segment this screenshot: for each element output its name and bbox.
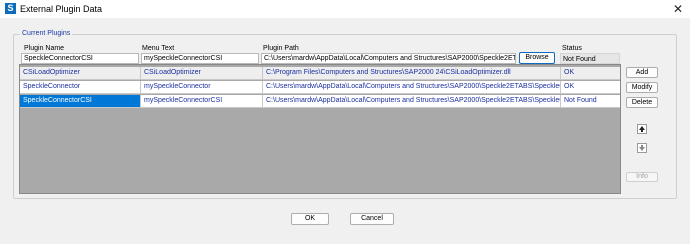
app-icon: S [5,3,16,14]
cell-plugin-name[interactable]: SpeckleConnectorCSI [20,95,141,108]
move-down-button[interactable] [637,143,647,153]
menu-text-input[interactable]: mySpeckleConnectorCSI [141,53,259,64]
cell-status[interactable]: OK [561,81,620,94]
cell-menu-text[interactable]: CSiLoadOptimizer [141,67,263,80]
cancel-button[interactable]: Cancel [350,213,394,225]
cell-plugin-name[interactable]: CSiLoadOptimizer [20,67,141,80]
header-plugin-name: Plugin Name [24,45,65,52]
cell-plugin-path[interactable]: C:\Users\mardw\AppData\Local\Computers a… [263,81,561,94]
info-button[interactable]: Info [626,172,658,182]
cell-menu-text[interactable]: mySpeckleConnector [141,81,263,94]
add-button[interactable]: Add [626,67,658,78]
table-row-selected[interactable]: SpeckleConnectorCSI mySpeckleConnectorCS… [20,95,620,108]
cell-plugin-path[interactable]: C:\Program Files\Computers and Structure… [263,67,561,80]
cell-status[interactable]: Not Found [561,95,620,108]
arrow-up-icon [639,126,645,132]
group-legend: Current Plugins [20,29,73,38]
delete-button[interactable]: Delete [626,97,658,108]
header-plugin-path: Plugin Path [263,45,299,52]
arrow-down-icon [639,145,645,151]
status-field: Not Found [560,53,620,64]
cell-plugin-name[interactable]: SpeckleConnector [20,81,141,94]
table-row[interactable]: SpeckleConnector mySpeckleConnector C:\U… [20,81,620,94]
close-icon[interactable]: ✕ [671,2,685,16]
plugin-path-input[interactable]: C:\Users\mardw\AppData\Local\Computers a… [261,53,516,64]
title-bar [0,0,690,18]
cell-status[interactable]: OK [561,67,620,80]
window-title: External Plugin Data [20,4,103,14]
browse-button[interactable]: Browse [519,52,555,64]
table-row[interactable]: CSiLoadOptimizer CSiLoadOptimizer C:\Pro… [20,67,620,80]
cell-plugin-path[interactable]: C:\Users\mardw\AppData\Local\Computers a… [263,95,561,108]
ok-button[interactable]: OK [291,213,329,225]
header-menu-text: Menu Text [142,45,175,52]
move-up-button[interactable] [637,124,647,134]
plugin-grid: CSiLoadOptimizer CSiLoadOptimizer C:\Pro… [19,64,621,194]
modify-button[interactable]: Modify [626,82,658,93]
plugin-name-input[interactable]: SpeckleConnectorCSI [21,53,139,64]
cell-menu-text[interactable]: mySpeckleConnectorCSI [141,95,263,108]
header-status: Status [562,45,582,52]
